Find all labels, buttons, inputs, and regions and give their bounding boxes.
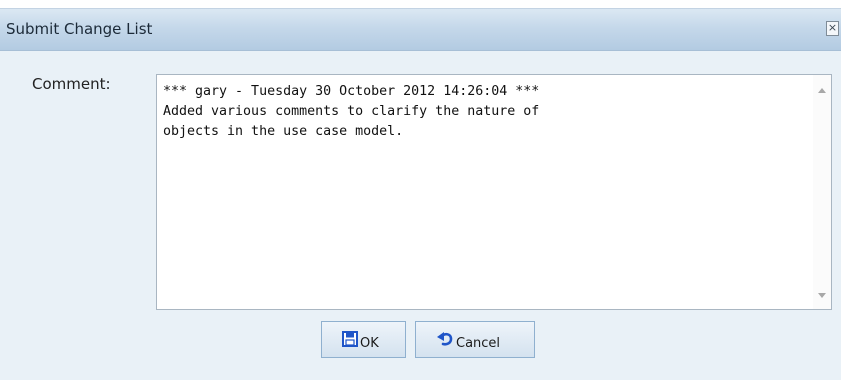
comment-text[interactable]: *** gary - Tuesday 30 October 2012 14:26… <box>163 82 803 142</box>
comment-label: Comment: <box>32 75 111 93</box>
dialog-title: Submit Change List <box>6 20 153 38</box>
comment-scrollbar[interactable] <box>813 75 831 309</box>
dialog-titlebar[interactable]: Submit Change List × <box>0 9 841 51</box>
cancel-button[interactable]: Cancel <box>415 321 535 358</box>
ok-button[interactable]: OK <box>321 321 406 358</box>
scroll-up-arrow-icon[interactable] <box>818 88 826 93</box>
comment-textarea[interactable]: *** gary - Tuesday 30 October 2012 14:26… <box>156 74 832 310</box>
close-icon: × <box>827 21 838 34</box>
submit-change-list-dialog: Submit Change List × Comment: *** gary -… <box>0 8 841 380</box>
save-disk-icon <box>342 331 358 351</box>
undo-arrow-icon <box>436 331 454 351</box>
ok-button-label: OK <box>360 336 379 351</box>
scroll-down-arrow-icon[interactable] <box>818 293 826 298</box>
close-button[interactable]: × <box>826 21 839 36</box>
cancel-button-label: Cancel <box>456 336 501 351</box>
